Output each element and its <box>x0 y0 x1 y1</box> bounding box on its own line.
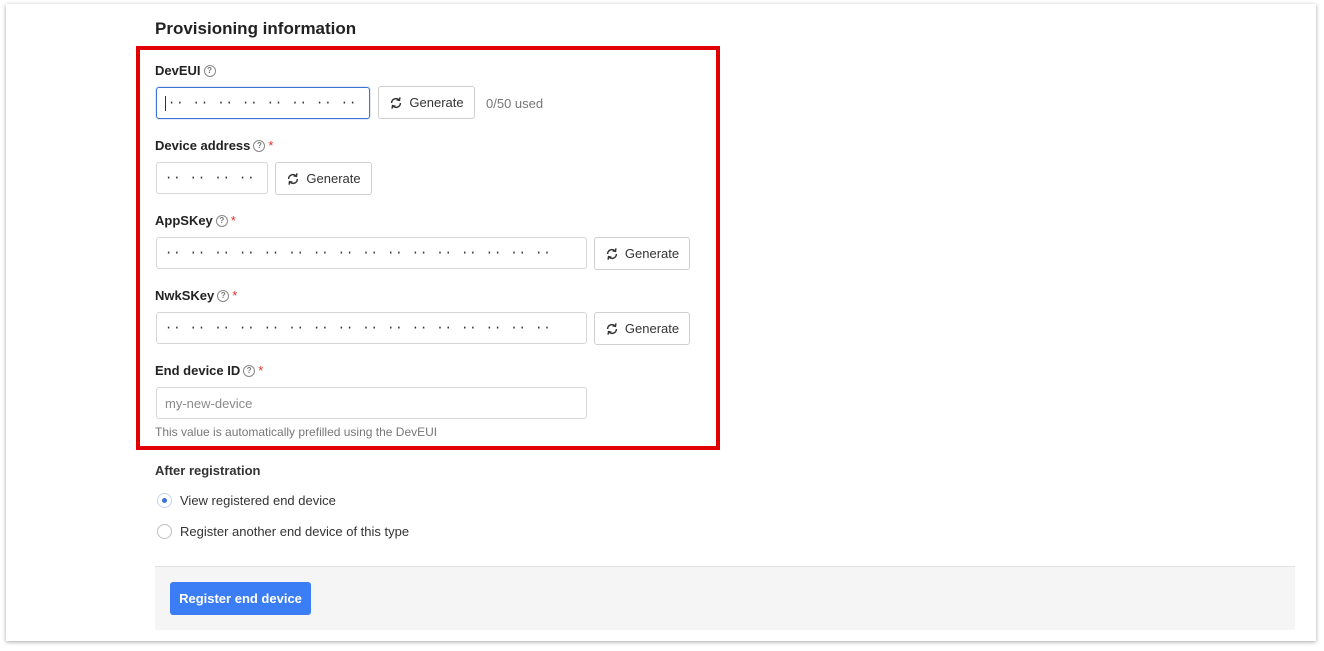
refresh-icon <box>391 96 402 109</box>
end-device-id-input[interactable]: my-new-device <box>156 387 587 419</box>
appskey-value: ·· ·· ·· ·· ·· ·· ·· ·· ·· ·· ·· ·· ·· ·… <box>165 246 552 260</box>
device-address-label: Device address <box>155 138 251 153</box>
nwkskey-label: NwkSKey <box>155 288 215 303</box>
refresh-icon <box>288 172 299 185</box>
radio-button[interactable] <box>157 524 172 539</box>
deveui-input[interactable]: ·· ·· ·· ·· ·· ·· ·· ·· <box>156 87 370 119</box>
nwkskey-label-row: NwkSKey ? * <box>155 288 237 303</box>
after-registration-label: After registration <box>155 463 261 478</box>
refresh-icon <box>606 247 617 260</box>
appskey-label: AppSKey <box>155 213 213 228</box>
required-asterisk: * <box>230 213 236 228</box>
register-end-device-button[interactable]: Register end device <box>170 582 311 615</box>
form-footer <box>155 566 1295 630</box>
appskey-generate-button[interactable]: Generate <box>594 237 690 270</box>
deveui-label: DevEUI <box>155 63 201 78</box>
help-icon[interactable]: ? <box>243 364 256 377</box>
radio-option-label: View registered end device <box>180 493 336 508</box>
radio-option-register-another[interactable]: Register another end device of this type <box>157 524 409 539</box>
radio-option-label: Register another end device of this type <box>180 524 410 539</box>
nwkskey-generate-button[interactable]: Generate <box>594 312 690 345</box>
required-asterisk: * <box>258 363 264 378</box>
radio-option-view[interactable]: View registered end device <box>157 493 336 508</box>
section-title: Provisioning information <box>155 19 357 38</box>
help-icon[interactable]: ? <box>215 214 228 227</box>
deveui-usage: 0/50 used <box>486 96 544 111</box>
nwkskey-input[interactable]: ·· ·· ·· ·· ·· ·· ·· ·· ·· ·· ·· ·· ·· ·… <box>156 312 587 344</box>
radio-button-checked[interactable] <box>157 493 172 508</box>
end-device-id-label-row: End device ID ? * <box>155 363 263 378</box>
text-caret <box>165 95 166 111</box>
generate-label: Generate <box>624 246 680 261</box>
generate-label: Generate <box>306 171 361 186</box>
refresh-icon <box>606 322 617 335</box>
end-device-id-helper: This value is automatically prefilled us… <box>155 425 438 439</box>
help-icon[interactable]: ? <box>203 64 216 77</box>
appskey-label-row: AppSKey ? * <box>155 213 236 228</box>
end-device-id-placeholder: my-new-device <box>165 395 253 411</box>
required-asterisk: * <box>232 288 238 303</box>
deveui-generate-button[interactable]: Generate <box>378 86 475 119</box>
end-device-id-label: End device ID <box>155 363 241 378</box>
deveui-value: ·· ·· ·· ·· ·· ·· ·· ·· <box>168 96 358 110</box>
required-asterisk: * <box>268 138 274 153</box>
device-address-label-row: Device address ? * <box>155 138 273 153</box>
device-address-value: ·· ·· ·· ·· <box>165 171 256 185</box>
device-address-input[interactable]: ·· ·· ·· ·· <box>156 162 268 194</box>
device-address-generate-button[interactable]: Generate <box>275 162 372 195</box>
appskey-input[interactable]: ·· ·· ·· ·· ·· ·· ·· ·· ·· ·· ·· ·· ·· ·… <box>156 237 587 269</box>
deveui-label-row: DevEUI ? <box>155 63 216 78</box>
generate-label: Generate <box>409 95 464 110</box>
help-icon[interactable]: ? <box>217 289 230 302</box>
help-icon[interactable]: ? <box>253 139 266 152</box>
nwkskey-value: ·· ·· ·· ·· ·· ·· ·· ·· ·· ·· ·· ·· ·· ·… <box>165 321 552 335</box>
generate-label: Generate <box>624 321 680 336</box>
